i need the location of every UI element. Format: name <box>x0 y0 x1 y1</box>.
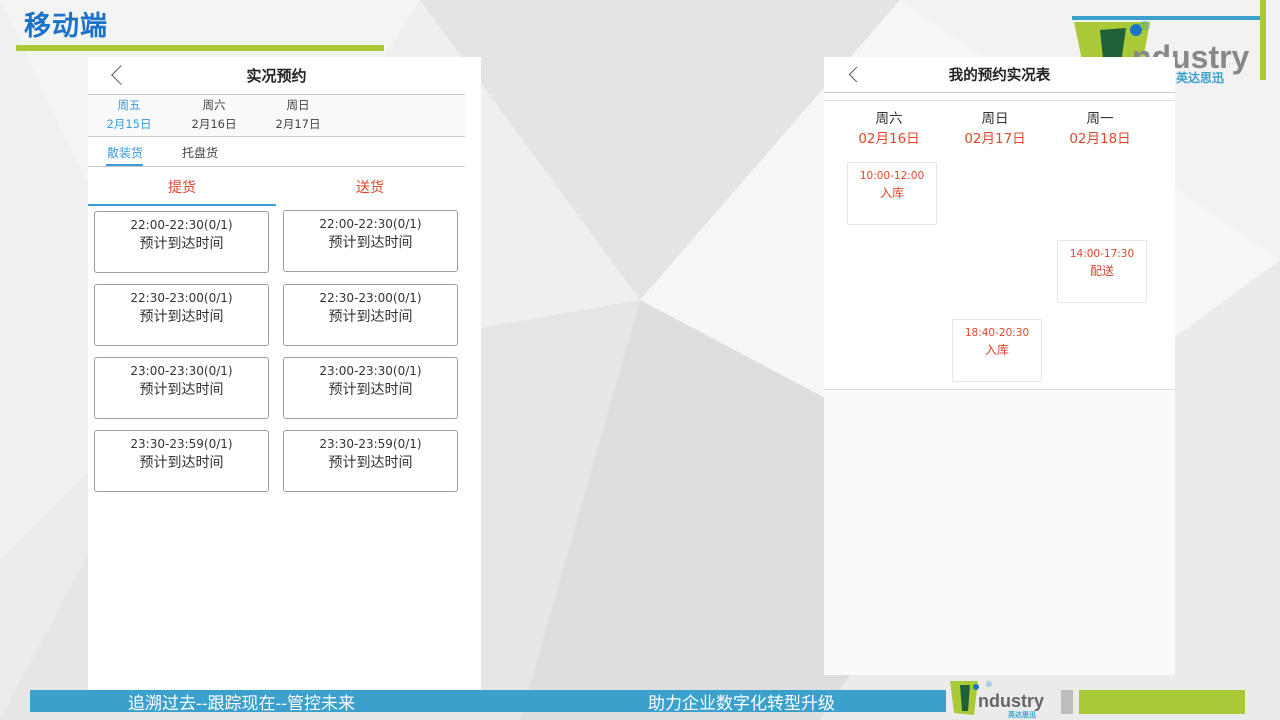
logo-registered-mark: ® <box>986 680 992 689</box>
reservation-header: 实况预约 <box>88 57 465 95</box>
event-time: 18:40-20:30 <box>964 327 1030 339</box>
mode-tabs: 提货 送货 <box>88 167 465 206</box>
day-date: 02月16日 <box>858 131 920 147</box>
day-date: 2月16日 <box>191 117 237 131</box>
schedule-screen: 我的预约实况表 周六 02月16日 周日 02月17日 周一 02月18日 10… <box>824 57 1175 675</box>
pickup-slot[interactable]: 23:30-23:59(0/1) 预计到达时间 <box>94 430 269 492</box>
industry-logo-small: ® ndustry 英达思迅 <box>950 680 1044 719</box>
day-weekday: 周五 <box>117 98 141 112</box>
page-title: 移动端 <box>24 11 108 42</box>
delivery-slot[interactable]: 22:00-22:30(0/1) 预计到达时间 <box>283 210 458 272</box>
logo-registered-mark: ® <box>1140 18 1150 33</box>
slot-time: 22:30-23:00(0/1) <box>130 291 233 305</box>
pickup-slot[interactable]: 22:00-22:30(0/1) 预计到达时间 <box>94 211 269 273</box>
day-tab-sat[interactable]: 周六 2月16日 <box>179 96 249 134</box>
slot-time: 23:30-23:59(0/1) <box>319 437 422 451</box>
schedule-event[interactable]: 10:00-12:00 入库 <box>847 162 937 225</box>
schedule-event[interactable]: 18:40-20:30 入库 <box>952 319 1042 382</box>
tab-delivery[interactable]: 送货 <box>276 177 464 197</box>
slot-time: 23:00-23:30(0/1) <box>319 364 422 378</box>
header-divider <box>824 100 1175 101</box>
schedule-panel: 我的预约实况表 周六 02月16日 周日 02月17日 周一 02月18日 10… <box>824 57 1175 390</box>
day-date: 2月17日 <box>275 117 321 131</box>
tab-pallet-cargo[interactable]: 托盘货 <box>182 144 218 161</box>
pickup-slot[interactable]: 23:00-23:30(0/1) 预计到达时间 <box>94 357 269 419</box>
active-tab-indicator <box>106 164 143 166</box>
day-tab-fri[interactable]: 周五 2月15日 <box>94 96 164 134</box>
day-weekday: 周六 <box>875 111 903 127</box>
schedule-day-mon: 周一 02月18日 <box>1055 109 1145 149</box>
footer-green-block <box>1079 690 1245 714</box>
logo-chinese-name: 英达思迅 <box>1176 70 1224 85</box>
slot-label: 预计到达时间 <box>139 382 224 398</box>
schedule-day-sun: 周日 02月17日 <box>950 109 1040 149</box>
event-kind: 配送 <box>1089 264 1114 278</box>
logo-wordmark: ndustry <box>978 691 1044 711</box>
title-underline <box>16 45 384 51</box>
slot-label: 预计到达时间 <box>328 235 413 251</box>
schedule-header: 我的预约实况表 <box>824 57 1175 93</box>
delivery-slot[interactable]: 23:00-23:30(0/1) 预计到达时间 <box>283 357 458 419</box>
day-date: 02月18日 <box>1069 131 1131 147</box>
day-date: 02月17日 <box>964 131 1026 147</box>
slot-label: 预计到达时间 <box>139 455 224 471</box>
footer-slogan-right: 助力企业数字化转型升级 <box>648 694 835 714</box>
day-selector: 周五 2月15日 周六 2月16日 周日 2月17日 <box>88 95 465 137</box>
day-weekday: 周六 <box>202 98 226 112</box>
slot-time: 23:00-23:30(0/1) <box>130 364 233 378</box>
footer-slogan-left: 追溯过去--跟踪现在--管控未来 <box>128 694 355 714</box>
slot-label: 预计到达时间 <box>328 455 413 471</box>
slot-label: 预计到达时间 <box>328 309 413 325</box>
schedule-event[interactable]: 14:00-17:30 配送 <box>1057 240 1147 303</box>
event-kind: 入库 <box>984 343 1009 357</box>
delivery-slot[interactable]: 22:30-23:00(0/1) 预计到达时间 <box>283 284 458 346</box>
day-tab-sun[interactable]: 周日 2月17日 <box>263 96 333 134</box>
schedule-title: 我的预约实况表 <box>948 68 1051 84</box>
event-kind: 入库 <box>879 186 904 200</box>
day-date: 2月15日 <box>106 117 152 131</box>
delivery-slot[interactable]: 23:30-23:59(0/1) 预计到达时间 <box>283 430 458 492</box>
tab-bulk-cargo[interactable]: 散装货 <box>107 144 143 161</box>
slot-label: 预计到达时间 <box>139 309 224 325</box>
mode-tab-indicator <box>88 204 276 206</box>
event-time: 10:00-12:00 <box>859 170 925 182</box>
pickup-slot[interactable]: 22:30-23:00(0/1) 预计到达时间 <box>94 284 269 346</box>
event-time: 14:00-17:30 <box>1069 248 1135 260</box>
slot-time: 22:30-23:00(0/1) <box>319 291 422 305</box>
footer-gray-block <box>1061 690 1073 714</box>
schedule-day-sat: 周六 02月16日 <box>844 109 934 149</box>
reservation-screen: 实况预约 周五 2月15日 周六 2月16日 周日 2月17日 散装货 托盘货 … <box>88 57 481 695</box>
slot-time: 22:00-22:30(0/1) <box>130 218 233 232</box>
day-weekday: 周一 <box>1086 111 1114 127</box>
day-weekday: 周日 <box>286 98 310 112</box>
logo-chinese-name: 英达思迅 <box>1007 710 1036 719</box>
reservation-title: 实况预约 <box>246 67 307 85</box>
slot-label: 预计到达时间 <box>139 236 224 252</box>
slot-time: 23:30-23:59(0/1) <box>130 437 233 451</box>
slot-time: 22:00-22:30(0/1) <box>319 217 422 231</box>
tab-pickup[interactable]: 提货 <box>88 177 276 197</box>
cargo-type-tabs: 散装货 托盘货 <box>88 137 465 167</box>
day-weekday: 周日 <box>981 111 1009 127</box>
slot-label: 预计到达时间 <box>328 382 413 398</box>
